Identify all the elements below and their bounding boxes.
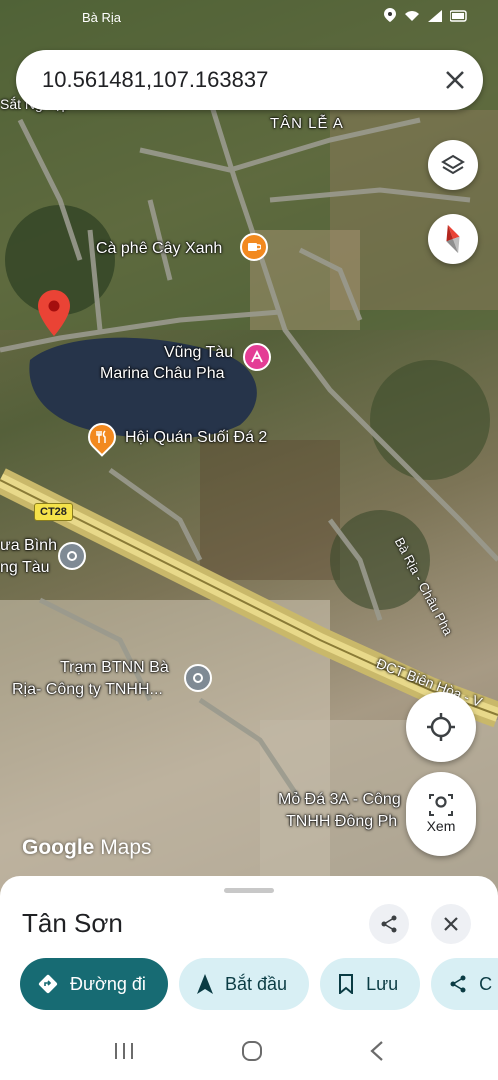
cafe-icon[interactable] (240, 233, 268, 261)
save-button[interactable]: Lưu (320, 958, 421, 1010)
share-button[interactable] (369, 904, 409, 944)
home-icon (241, 1040, 262, 1061)
place-icon-left[interactable] (58, 542, 86, 570)
street-view-button[interactable]: Xem (406, 772, 476, 856)
action-chips: Đường đi Bắt đầu Lưu C (20, 958, 498, 1010)
share-chip-button[interactable]: C (431, 958, 498, 1010)
search-input[interactable]: 10.561481,107.163837 (42, 67, 427, 93)
poi-label-left-2[interactable]: ng Tàu (0, 558, 50, 578)
poi-label-marina-1[interactable]: Vũng Tàu (164, 343, 233, 363)
place-icon-station[interactable] (184, 664, 212, 692)
status-icons (384, 8, 468, 27)
poi-label-station-2[interactable]: Rịa- Công ty TNHH... (12, 680, 163, 700)
close-icon (446, 71, 464, 89)
directions-label: Đường đi (70, 973, 146, 994)
directions-icon (38, 974, 58, 994)
back-icon (370, 1040, 384, 1061)
clear-search-button[interactable] (427, 52, 483, 108)
poi-label-marina-2[interactable]: Marina Châu Pha (100, 364, 225, 384)
bookmark-icon (339, 974, 354, 994)
recent-apps-button[interactable] (113, 1041, 135, 1066)
poi-label-cafe[interactable]: Cà phê Cây Xanh (96, 239, 222, 259)
layers-button[interactable] (428, 140, 478, 190)
recents-icon (114, 1042, 133, 1059)
area-label: TÂN LỄ A (270, 115, 344, 132)
compass-icon (446, 224, 460, 254)
my-location-button[interactable] (406, 692, 476, 762)
poi-label-quarry-1[interactable]: Mỏ Đá 3A - Công (278, 790, 401, 810)
search-bar[interactable]: 10.561481,107.163837 (16, 50, 483, 110)
close-sheet-button[interactable] (431, 904, 471, 944)
place-title: Tân Sơn (22, 908, 123, 938)
poi-label-station-1[interactable]: Trạm BTNN Bà (60, 658, 169, 678)
share-icon (381, 915, 397, 933)
dropped-pin-icon[interactable] (38, 290, 70, 341)
place-sheet[interactable]: Tân Sơn Đường đi Bắt đầu Lưu C (0, 876, 498, 1026)
crosshair-icon (427, 713, 455, 741)
start-label: Bắt đầu (225, 973, 288, 994)
street-view-label: Xem (426, 818, 456, 834)
route-shield: CT28 (34, 503, 73, 521)
close-icon (444, 917, 458, 931)
share-chip-label: C (479, 973, 493, 994)
location-status-icon (384, 8, 396, 27)
status-location-text: Bà Rịa (82, 10, 122, 25)
street-view-icon (429, 794, 453, 816)
satellite-imagery (0, 0, 498, 900)
compass-button[interactable] (428, 214, 478, 264)
sheet-drag-handle[interactable] (224, 888, 274, 893)
home-button[interactable] (240, 1039, 264, 1068)
navigation-arrow-icon (197, 974, 213, 994)
start-button[interactable]: Bắt đầu (179, 958, 310, 1010)
layers-icon (441, 154, 465, 175)
signal-icon (428, 9, 442, 27)
google-maps-logo: Google Maps (22, 836, 152, 859)
map-view[interactable]: Bà Rịa TÂN LỄ A Sắt Nghiệp Cà phê Cây Xa… (0, 0, 498, 900)
wifi-icon (404, 9, 420, 27)
share-icon (450, 975, 466, 993)
back-button[interactable] (369, 1040, 385, 1067)
attraction-icon[interactable] (243, 343, 271, 371)
battery-icon (449, 9, 468, 27)
poi-label-left-1[interactable]: ưa Bình (0, 536, 57, 556)
poi-label-restaurant[interactable]: Hội Quán Suối Đá 2 (125, 428, 267, 448)
directions-button[interactable]: Đường đi (20, 958, 168, 1010)
save-label: Lưu (366, 973, 399, 994)
poi-label-quarry-2[interactable]: TNHH Đông Ph (286, 812, 397, 832)
system-nav-bar (0, 1026, 498, 1080)
